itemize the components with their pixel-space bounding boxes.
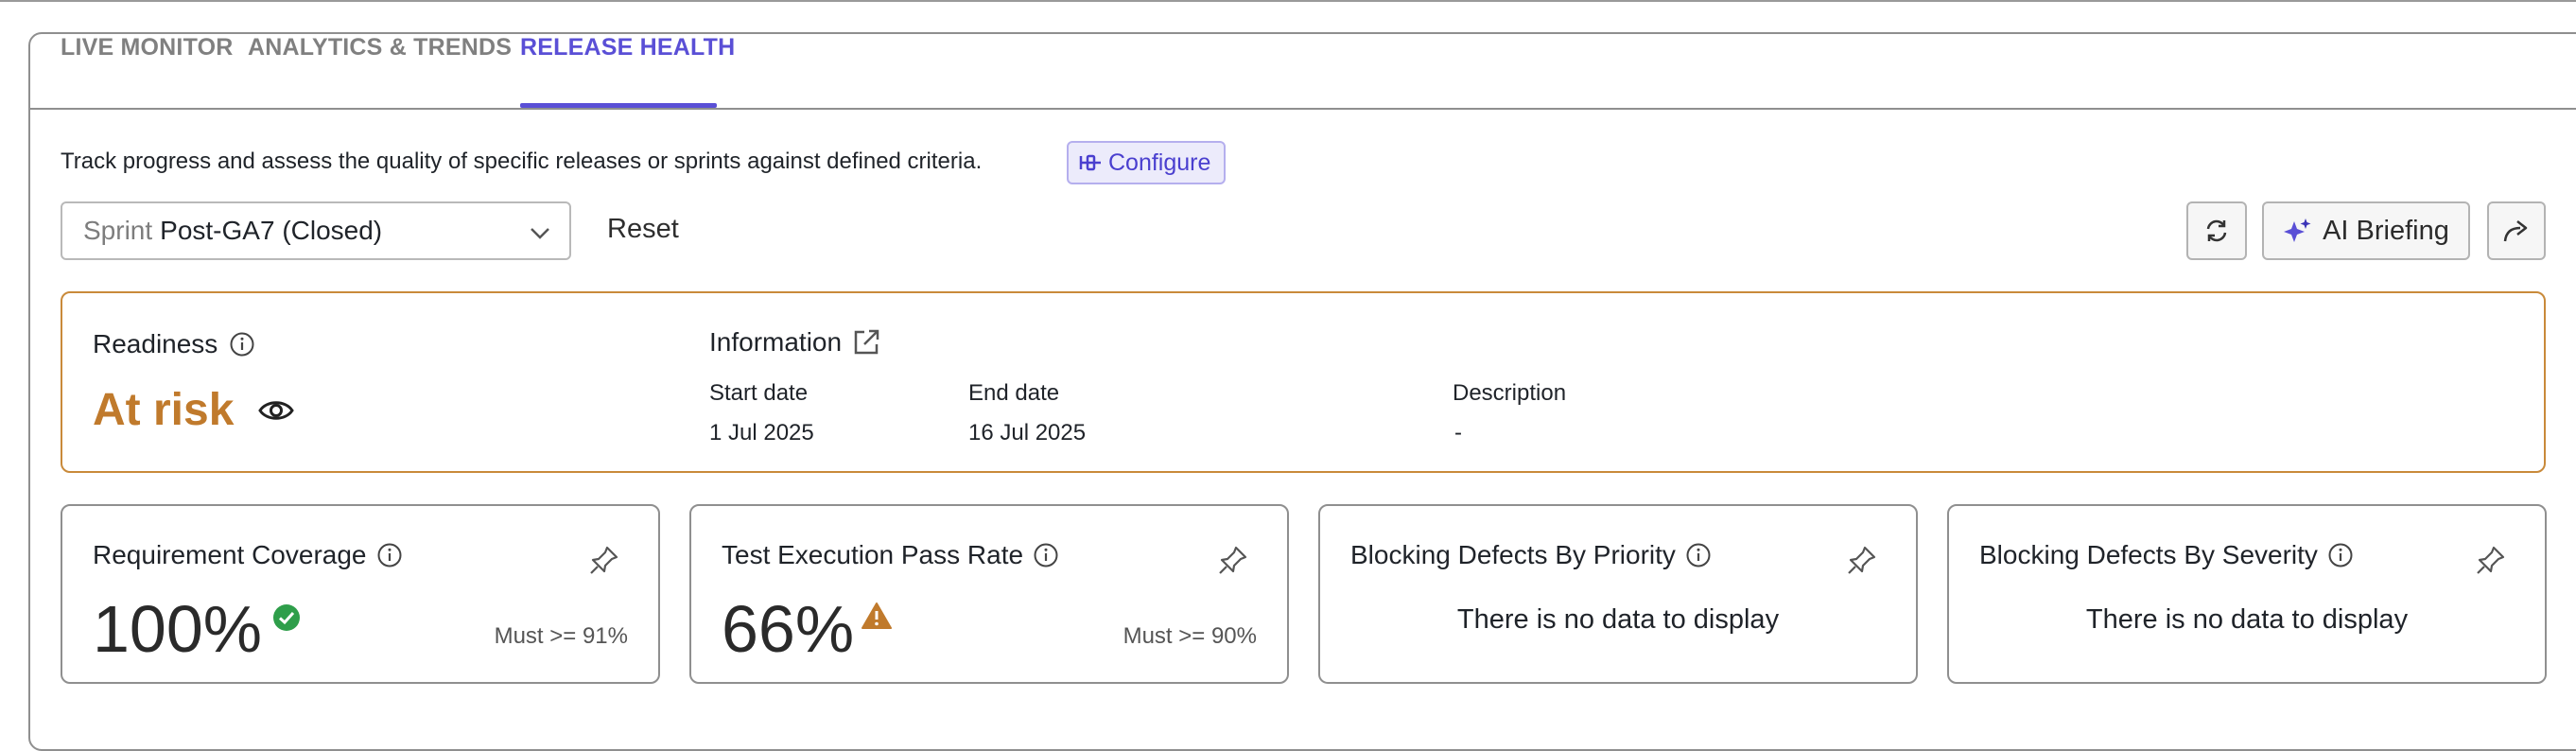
share-button[interactable] [2487, 201, 2546, 260]
warning-icon [862, 603, 892, 629]
info-icon[interactable] [229, 331, 255, 358]
sprint-select[interactable]: Sprint Post-GA7 (Closed) [61, 201, 571, 260]
tab-analytics-trends[interactable]: ANALYTICS & TRENDS [248, 34, 512, 61]
metric-title: Blocking Defects By Severity [1979, 540, 2354, 570]
info-icon[interactable] [1033, 542, 1059, 568]
info-icon[interactable] [1685, 542, 1712, 568]
external-link-icon[interactable] [851, 327, 881, 358]
description-value: - [1454, 420, 1462, 445]
readiness-card: Readiness At risk Information Start date… [61, 291, 2546, 473]
metric-title-text: Blocking Defects By Severity [1979, 540, 2318, 569]
end-date-value: 16 Jul 2025 [968, 420, 1087, 445]
info-icon[interactable] [376, 542, 403, 568]
readiness-label: Readiness [93, 329, 218, 358]
sprint-prefix: Sprint [83, 216, 153, 245]
metric-threshold: Must >= 91% [494, 623, 628, 649]
configure-label: Configure [1108, 148, 1211, 176]
metric-threshold: Must >= 90% [1123, 623, 1257, 649]
eye-icon[interactable] [257, 395, 295, 426]
metric-title: Requirement Coverage [93, 540, 403, 570]
slider-icon [1079, 154, 1101, 171]
readiness-heading: Readiness [93, 329, 255, 359]
empty-state-text: There is no data to display [2085, 604, 2409, 635]
pin-icon[interactable] [2475, 544, 2507, 576]
tab-live-monitor[interactable]: LIVE MONITOR [61, 34, 234, 61]
metric-title: Test Execution Pass Rate [722, 540, 1059, 570]
metric-title-text: Blocking Defects By Priority [1350, 540, 1676, 569]
page-description: Track progress and assess the quality of… [61, 148, 983, 174]
configure-button[interactable]: Configure [1067, 141, 1226, 184]
metric-value: 100% [93, 592, 263, 666]
share-icon [2503, 220, 2528, 242]
ai-briefing-button[interactable]: AI Briefing [2262, 201, 2470, 260]
reset-button[interactable]: Reset [607, 214, 679, 245]
information-label: Information [709, 327, 843, 357]
pin-icon[interactable] [1846, 544, 1878, 576]
refresh-icon [2206, 219, 2227, 242]
information-heading: Information [709, 327, 881, 358]
metric-title-text: Test Execution Pass Rate [722, 540, 1024, 569]
start-date-value: 1 Jul 2025 [709, 420, 814, 445]
test-execution-pass-rate-card: Test Execution Pass Rate 66% Must >= 90% [689, 504, 1289, 684]
info-icon[interactable] [2327, 542, 2354, 568]
refresh-button[interactable] [2186, 201, 2247, 260]
ai-briefing-label: AI Briefing [2323, 215, 2449, 246]
description-label: Description [1453, 380, 1567, 406]
start-date-label: Start date [709, 380, 809, 406]
pin-icon[interactable] [1217, 544, 1249, 576]
metric-value: 66% [722, 592, 855, 666]
sparkle-icon [2284, 218, 2311, 242]
check-circle-icon [273, 604, 300, 631]
chevron-down-icon [531, 228, 549, 239]
tab-release-health[interactable]: RELEASE HEALTH [520, 34, 735, 61]
pin-icon[interactable] [588, 544, 620, 576]
sprint-value: Post-GA7 (Closed) [160, 216, 383, 245]
requirement-coverage-card: Requirement Coverage 100% Must >= 91% [61, 504, 660, 684]
readiness-status: At risk [93, 385, 235, 435]
blocking-defects-severity-card: Blocking Defects By Severity There is no… [1947, 504, 2547, 684]
metric-title-text: Requirement Coverage [93, 540, 367, 569]
blocking-defects-priority-card: Blocking Defects By Priority There is no… [1318, 504, 1918, 684]
top-divider [0, 0, 2576, 2]
metric-title: Blocking Defects By Priority [1350, 540, 1712, 570]
tab-divider [30, 108, 2576, 110]
end-date-label: End date [968, 380, 1060, 406]
empty-state-text: There is no data to display [1456, 604, 1780, 635]
